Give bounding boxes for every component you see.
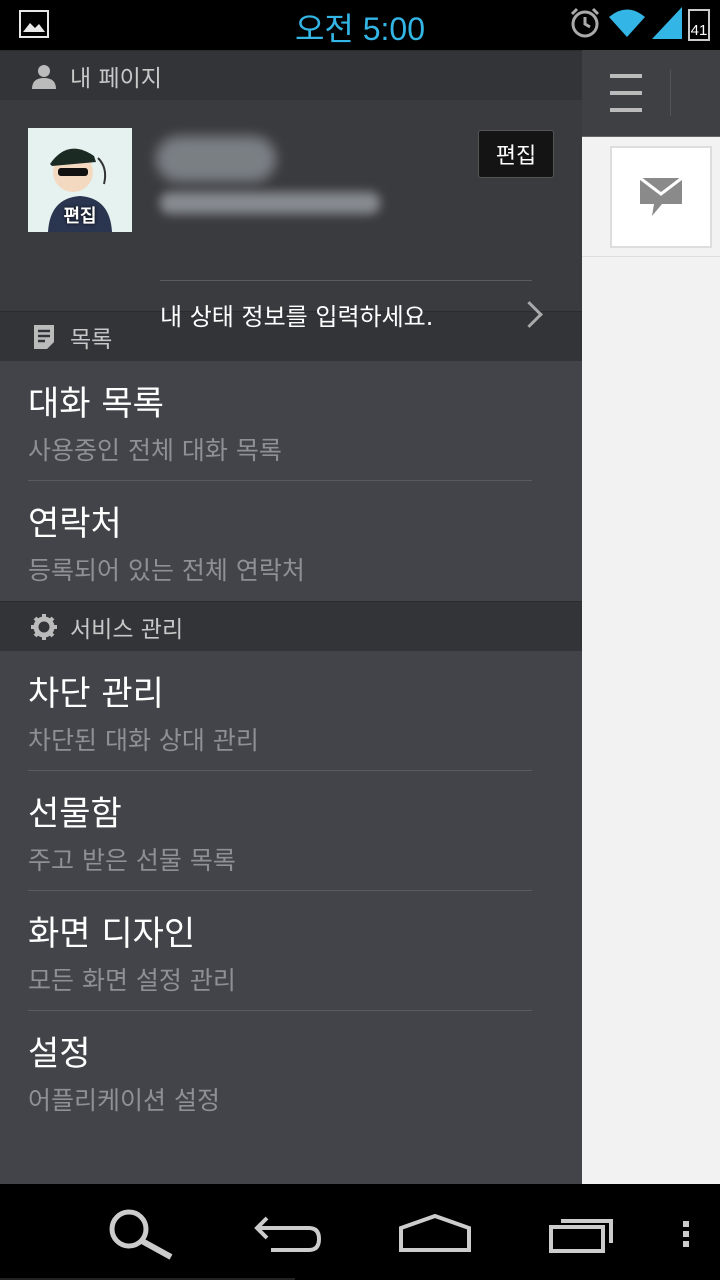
- menu-item-contacts[interactable]: 연락처 등록되어 있는 전체 연락처: [0, 481, 582, 601]
- action-bar: [582, 50, 720, 137]
- recent-apps-icon[interactable]: [546, 1204, 620, 1264]
- battery-icon: 41: [688, 9, 710, 41]
- profile-id-redacted: [160, 192, 380, 214]
- menu-item-title: 화면 디자인: [28, 914, 196, 954]
- list-section-label: 목록: [70, 326, 113, 353]
- navigation-drawer: 내 페이지 편집 편집 내 상태 정보를 입력하세요. 목록 대화 목록 사용중…: [0, 50, 582, 1184]
- system-nav-bar: [0, 1184, 720, 1280]
- divider: [582, 256, 720, 257]
- alarm-icon: [568, 6, 602, 44]
- menu-item-settings[interactable]: 설정 어플리케이션 설정: [0, 1011, 582, 1131]
- avatar[interactable]: 편집: [28, 128, 132, 232]
- search-icon[interactable]: [104, 1204, 176, 1264]
- main-content-peek[interactable]: [582, 50, 720, 1184]
- menu-item-subtitle: 차단된 대화 상대 관리: [28, 726, 259, 755]
- menu-item-title: 대화 목록: [28, 384, 164, 424]
- menu-item-screen-design[interactable]: 화면 디자인 모든 화면 설정 관리: [0, 891, 582, 1011]
- gear-icon: [30, 613, 58, 641]
- message-icon[interactable]: [610, 146, 712, 248]
- list-icon: [30, 323, 58, 351]
- menu-item-chat-list[interactable]: 대화 목록 사용중인 전체 대화 목록: [0, 361, 582, 481]
- menu-icon[interactable]: [610, 74, 642, 112]
- service-section-header: 서비스 관리: [0, 601, 582, 651]
- overflow-icon[interactable]: [676, 1204, 696, 1264]
- person-icon: [30, 62, 58, 90]
- menu-item-title: 차단 관리: [28, 674, 164, 714]
- status-message-prompt[interactable]: 내 상태 정보를 입력하세요.: [160, 297, 433, 332]
- avatar-edit-label: 편집: [63, 206, 97, 227]
- menu-item-block-management[interactable]: 차단 관리 차단된 대화 상대 관리: [0, 651, 582, 771]
- divider: [160, 280, 532, 281]
- menu-item-title: 설정: [28, 1034, 91, 1074]
- menu-item-subtitle: 사용중인 전체 대화 목록: [28, 436, 282, 465]
- profile-name-redacted: [156, 136, 276, 182]
- service-section-label: 서비스 관리: [70, 616, 184, 643]
- wifi-icon: [608, 8, 646, 42]
- profile-card[interactable]: 편집 편집 내 상태 정보를 입력하세요.: [0, 100, 582, 331]
- menu-item-title: 선물함: [28, 794, 122, 834]
- edit-profile-button[interactable]: 편집: [478, 130, 554, 178]
- status-bar: 오전 5:00 41: [0, 0, 720, 50]
- back-icon[interactable]: [252, 1204, 324, 1264]
- signal-icon: [652, 7, 682, 43]
- my-page-header: 내 페이지: [0, 50, 582, 100]
- menu-item-gift-box[interactable]: 선물함 주고 받은 선물 목록: [0, 771, 582, 891]
- menu-item-subtitle: 주고 받은 선물 목록: [28, 846, 236, 875]
- divider: [670, 70, 671, 116]
- menu-item-subtitle: 모든 화면 설정 관리: [28, 966, 236, 995]
- menu-item-subtitle: 어플리케이션 설정: [28, 1086, 220, 1115]
- menu-item-subtitle: 등록되어 있는 전체 연락처: [28, 556, 305, 585]
- home-icon[interactable]: [396, 1204, 474, 1264]
- menu-item-title: 연락처: [28, 504, 122, 544]
- my-page-header-label: 내 페이지: [70, 65, 162, 92]
